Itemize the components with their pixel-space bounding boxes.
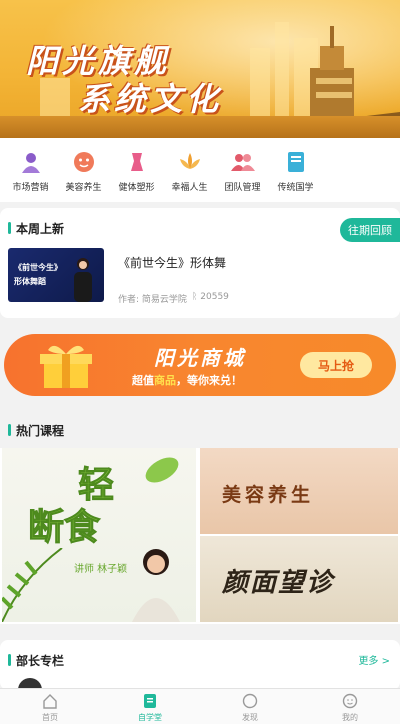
face-icon xyxy=(72,150,96,174)
course-thumbnail[interactable]: 《前世今生》 形体舞蹈 xyxy=(8,248,104,302)
team-icon xyxy=(230,150,255,174)
category-marketing[interactable]: 市场营销 xyxy=(4,138,57,202)
discover-icon xyxy=(241,692,259,710)
hot-course-beauty[interactable]: 美容养生 xyxy=(200,448,398,534)
category-label: 市场营销 xyxy=(12,183,49,193)
hot-course-face-diagnosis[interactable]: 颜面望诊 xyxy=(200,536,398,622)
category-happiness[interactable]: 幸福人生 xyxy=(163,138,216,202)
bottom-tab-bar: 首页 自学堂 发现 我的 xyxy=(0,688,400,724)
mall-banner[interactable]: 阳光商城 超值商品，等你来兑！ 马上抢 xyxy=(4,334,396,396)
tab-home[interactable]: 首页 xyxy=(0,689,100,724)
tab-me[interactable]: 我的 xyxy=(300,689,400,724)
tab-label: 发现 xyxy=(242,713,258,722)
mall-title: 阳光商城 xyxy=(154,346,246,370)
weekly-new-section: 本周上新 往期回顾 《前世今生》 形体舞蹈 《前世今生》形体舞 作者: 简易云学… xyxy=(0,208,400,318)
category-grid: 市场营销 美容养生 健体塑形 幸福人生 团队管理 传统国学 xyxy=(0,138,400,202)
tab-label: 我的 xyxy=(342,713,358,722)
face-diagnosis-title: 颜面望诊 xyxy=(222,568,335,598)
teacher-name: 讲师 林子颖 xyxy=(74,564,128,575)
mall-subtitle: 超值商品，等你来兑！ xyxy=(132,372,242,388)
tab-label: 首页 xyxy=(42,713,58,722)
leaf-image xyxy=(145,457,179,483)
app-page: 阳光旗舰 系统文化 市场营销 美容养生 健体塑形 幸福人生 团队管理 传统国学 … xyxy=(0,0,400,724)
past-review-button[interactable]: 往期回顾 xyxy=(340,218,400,242)
fern-image xyxy=(2,548,63,622)
dept-column-section: 部长专栏 更多 > xyxy=(0,640,400,702)
hot-courses-grid: 轻 断食 讲师 林子颖 美容养生 颜面望诊 xyxy=(0,448,400,624)
category-label: 美容养生 xyxy=(65,183,102,193)
category-team[interactable]: 团队管理 xyxy=(216,138,269,202)
body-icon xyxy=(125,150,149,174)
weekly-new-title: 本周上新 xyxy=(8,220,64,237)
category-beauty[interactable]: 美容养生 xyxy=(57,138,110,202)
mall-subtitle-highlight: 商品 xyxy=(154,374,176,387)
category-sinology[interactable]: 传统国学 xyxy=(269,138,322,202)
tab-label: 自学堂 xyxy=(138,713,162,722)
thumb-text-line2: 形体舞蹈 xyxy=(14,277,46,286)
tab-study[interactable]: 自学堂 xyxy=(100,689,200,724)
mall-subtitle-prefix: 超值 xyxy=(132,374,154,387)
hero-banner[interactable]: 阳光旗舰 系统文化 xyxy=(0,0,400,138)
course-author: 作者: 简易云学院 xyxy=(118,295,187,305)
dept-column-title: 部长专栏 xyxy=(8,652,64,669)
gift-icon xyxy=(40,345,92,388)
thumb-text-line1: 《前世今生》 xyxy=(14,263,62,272)
beauty-course-title: 美容养生 xyxy=(222,484,315,506)
home-icon xyxy=(41,692,59,710)
instructor-image xyxy=(74,258,92,302)
person-icon xyxy=(19,150,43,174)
category-fitness[interactable]: 健体塑形 xyxy=(110,138,163,202)
banner-title-line2: 系统文化 xyxy=(78,80,223,118)
book-icon xyxy=(284,150,308,174)
category-label: 健体塑形 xyxy=(118,183,155,193)
hot-courses-title: 热门课程 xyxy=(8,422,64,439)
course-title[interactable]: 《前世今生》形体舞 xyxy=(118,254,226,271)
category-label: 幸福人生 xyxy=(171,183,208,193)
views-count: 20559 xyxy=(200,292,229,302)
category-label: 团队管理 xyxy=(224,183,261,193)
category-label: 传统国学 xyxy=(277,183,314,193)
more-link[interactable]: 更多 > xyxy=(358,652,390,667)
study-icon xyxy=(141,692,159,710)
fasting-title-line2: 断食 xyxy=(27,506,101,549)
mall-subtitle-suffix: ，等你来兑！ xyxy=(176,374,242,387)
grab-now-button[interactable]: 马上抢 xyxy=(300,352,372,378)
banner-building xyxy=(40,78,70,118)
tab-discover[interactable]: 发现 xyxy=(200,689,300,724)
lotus-icon xyxy=(178,150,202,174)
course-views: ᚱ 20559 xyxy=(192,292,229,302)
me-icon xyxy=(341,692,359,710)
teacher-portrait xyxy=(132,549,180,622)
hot-course-fasting[interactable]: 轻 断食 讲师 林子颖 xyxy=(2,448,196,622)
